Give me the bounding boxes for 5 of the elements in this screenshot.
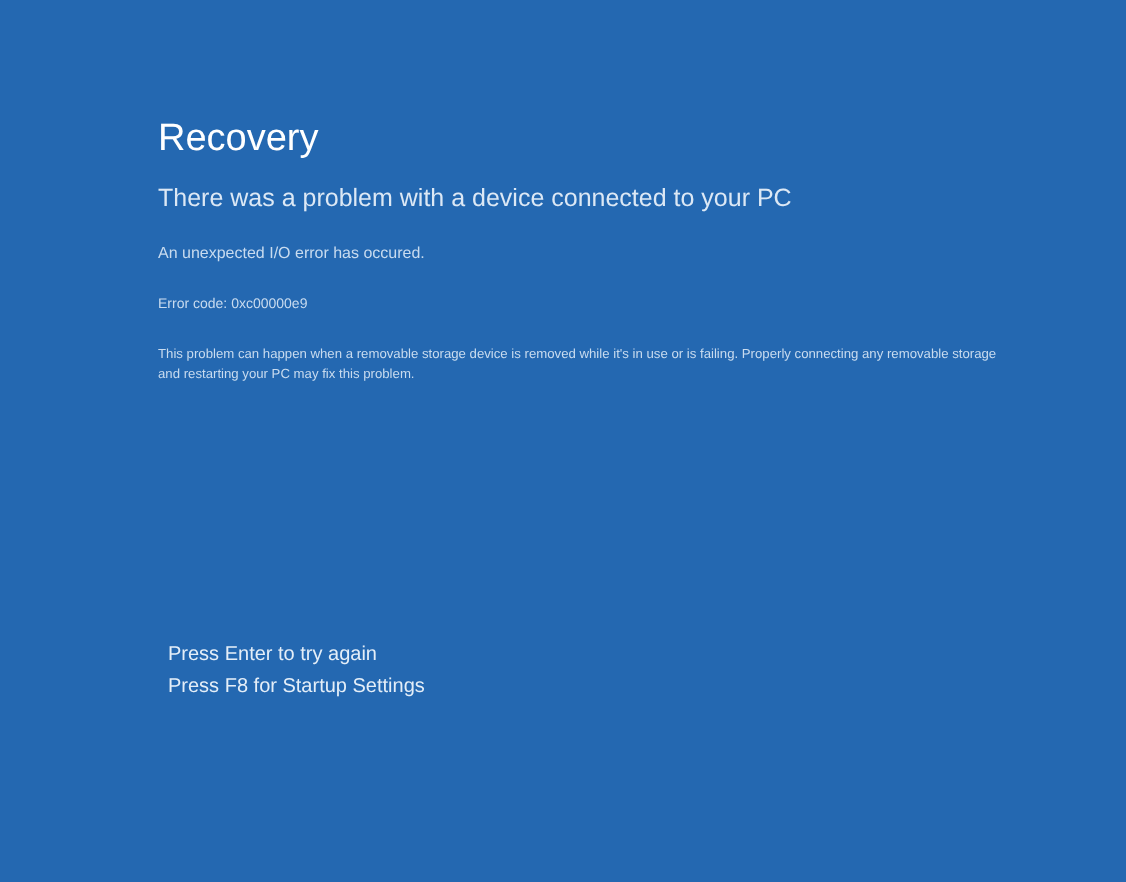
key-instruction: Press Enter to try again [168,641,379,667]
screen-title: Recovery [158,116,321,164]
error-heading: There was a problem with a device connected to your PC [158,182,794,216]
error-message: An unexpected I/O error has occured. [158,242,427,266]
key-instruction: Press F8 for Startup Settings [168,673,427,699]
